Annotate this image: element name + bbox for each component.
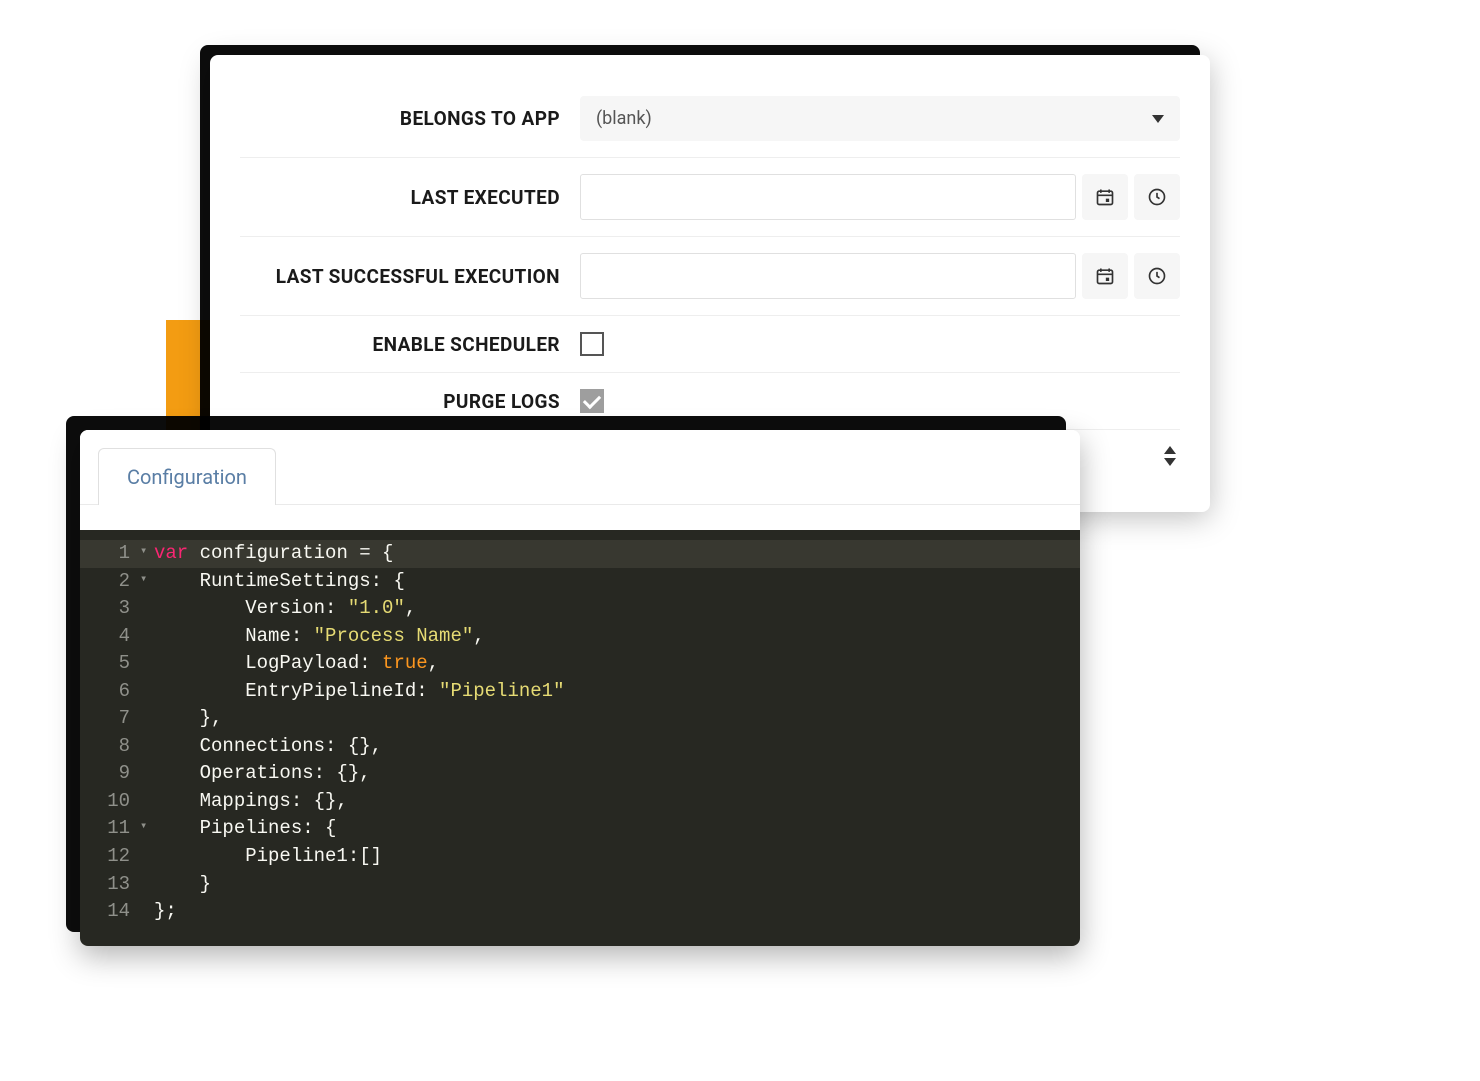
fold-marker-icon	[140, 705, 154, 733]
code-line[interactable]: 4 Name: "Process Name",	[80, 623, 1080, 651]
fold-marker-icon[interactable]: ▾	[140, 568, 154, 596]
enable-scheduler-checkbox[interactable]	[580, 332, 604, 356]
last-executed-input[interactable]	[580, 174, 1076, 220]
row-last-executed: LAST EXECUTED	[240, 158, 1180, 237]
code-line[interactable]: 13 }	[80, 871, 1080, 899]
code-line[interactable]: 11▾ Pipelines: {	[80, 815, 1080, 843]
fold-marker-icon	[140, 733, 154, 761]
row-purge-logs: PURGE LOGS	[240, 373, 1180, 430]
calendar-button[interactable]	[1082, 174, 1128, 220]
code-line[interactable]: 9 Operations: {},	[80, 760, 1080, 788]
label-purge-logs: PURGE LOGS	[240, 390, 580, 413]
code-content[interactable]: Pipeline1:[]	[154, 843, 382, 871]
code-content[interactable]: Pipelines: {	[154, 815, 336, 843]
fold-marker-icon	[140, 843, 154, 871]
code-content[interactable]: },	[154, 705, 222, 733]
fold-marker-icon	[140, 623, 154, 651]
code-line[interactable]: 7 },	[80, 705, 1080, 733]
configuration-editor-panel: Configuration 1▾var configuration = {2▾ …	[80, 430, 1080, 946]
belongs-to-app-value: (blank)	[596, 108, 652, 129]
editor-tabbar: Configuration	[80, 430, 1080, 505]
calendar-icon	[1095, 187, 1115, 207]
line-number: 6	[80, 678, 140, 706]
line-number: 3	[80, 595, 140, 623]
line-number: 9	[80, 760, 140, 788]
label-last-successful: LAST SUCCESSFUL EXECUTION	[240, 265, 580, 288]
code-content[interactable]: LogPayload: true,	[154, 650, 439, 678]
code-content[interactable]: var configuration = {	[154, 540, 393, 568]
fold-marker-icon	[140, 898, 154, 926]
line-number: 14	[80, 898, 140, 926]
spinner-down-icon[interactable]	[1164, 458, 1176, 466]
line-number: 1	[80, 540, 140, 568]
label-last-executed: LAST EXECUTED	[240, 186, 580, 209]
code-line[interactable]: 10 Mappings: {},	[80, 788, 1080, 816]
code-content[interactable]: EntryPipelineId: "Pipeline1"	[154, 678, 564, 706]
line-number: 10	[80, 788, 140, 816]
row-belongs-to-app: BELONGS TO APP (blank)	[240, 80, 1180, 158]
code-content[interactable]: RuntimeSettings: {	[154, 568, 405, 596]
calendar-button[interactable]	[1082, 253, 1128, 299]
time-button[interactable]	[1134, 253, 1180, 299]
fold-marker-icon[interactable]: ▾	[140, 815, 154, 843]
code-line[interactable]: 1▾var configuration = {	[80, 540, 1080, 568]
code-line[interactable]: 5 LogPayload: true,	[80, 650, 1080, 678]
fold-marker-icon	[140, 650, 154, 678]
fold-marker-icon[interactable]: ▾	[140, 540, 154, 568]
line-number: 7	[80, 705, 140, 733]
chevron-down-icon	[1152, 115, 1164, 123]
line-number: 4	[80, 623, 140, 651]
code-content[interactable]: };	[154, 898, 177, 926]
code-line[interactable]: 6 EntryPipelineId: "Pipeline1"	[80, 678, 1080, 706]
time-button[interactable]	[1134, 174, 1180, 220]
line-number: 5	[80, 650, 140, 678]
row-enable-scheduler: ENABLE SCHEDULER	[240, 316, 1180, 373]
calendar-icon	[1095, 266, 1115, 286]
fold-marker-icon	[140, 760, 154, 788]
clock-icon	[1147, 187, 1167, 207]
code-content[interactable]: Connections: {},	[154, 733, 382, 761]
line-number: 11	[80, 815, 140, 843]
code-content[interactable]: Operations: {},	[154, 760, 371, 788]
line-number: 2	[80, 568, 140, 596]
label-belongs-to-app: BELONGS TO APP	[240, 107, 580, 130]
code-content[interactable]: }	[154, 871, 211, 899]
row-last-successful: LAST SUCCESSFUL EXECUTION	[240, 237, 1180, 316]
label-enable-scheduler: ENABLE SCHEDULER	[240, 333, 580, 356]
line-number: 12	[80, 843, 140, 871]
code-line[interactable]: 8 Connections: {},	[80, 733, 1080, 761]
spinner-up-icon[interactable]	[1164, 446, 1176, 454]
code-content[interactable]: Mappings: {},	[154, 788, 348, 816]
code-line[interactable]: 3 Version: "1.0",	[80, 595, 1080, 623]
fold-marker-icon	[140, 678, 154, 706]
code-content[interactable]: Name: "Process Name",	[154, 623, 485, 651]
line-number: 13	[80, 871, 140, 899]
line-number: 8	[80, 733, 140, 761]
code-line[interactable]: 12 Pipeline1:[]	[80, 843, 1080, 871]
code-line[interactable]: 14};	[80, 898, 1080, 926]
clock-icon	[1147, 266, 1167, 286]
fold-marker-icon	[140, 595, 154, 623]
last-successful-input[interactable]	[580, 253, 1076, 299]
fold-marker-icon	[140, 871, 154, 899]
purge-logs-checkbox[interactable]	[580, 389, 604, 413]
tab-configuration[interactable]: Configuration	[98, 448, 276, 505]
code-content[interactable]: Version: "1.0",	[154, 595, 416, 623]
code-editor[interactable]: 1▾var configuration = {2▾ RuntimeSetting…	[80, 530, 1080, 946]
code-line[interactable]: 2▾ RuntimeSettings: {	[80, 568, 1080, 596]
belongs-to-app-select[interactable]: (blank)	[580, 96, 1180, 141]
fold-marker-icon	[140, 788, 154, 816]
